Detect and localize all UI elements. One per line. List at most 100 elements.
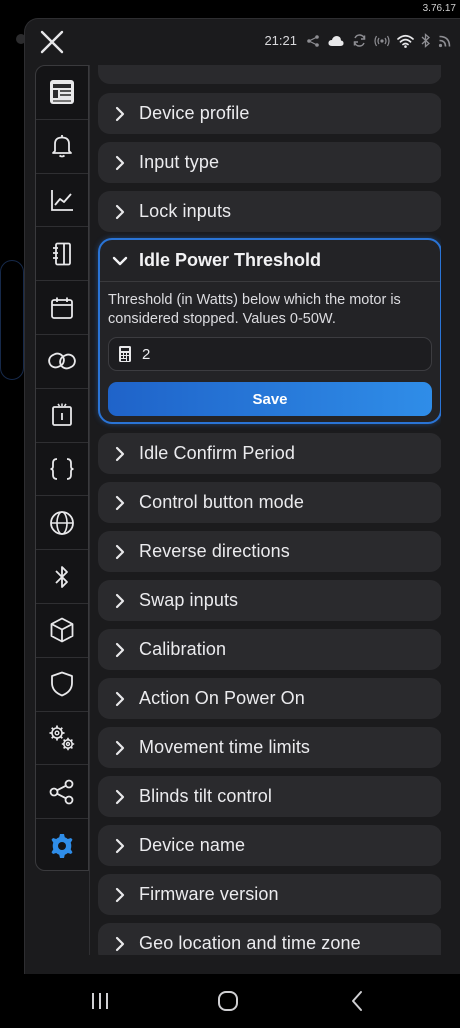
list-item-partial (98, 65, 441, 84)
sidebar-item-links[interactable] (36, 335, 88, 389)
switch-device-icon (52, 403, 72, 427)
sidebar-item-statistics[interactable] (36, 174, 88, 228)
setting-reverse-directions[interactable]: Reverse directions (98, 531, 441, 572)
link-icon (48, 353, 76, 370)
share-icon (307, 34, 319, 47)
sidebar-item-sharing[interactable] (36, 765, 88, 820)
side-navigation (35, 65, 89, 871)
sidebar-item-schedules[interactable] (36, 281, 88, 335)
chevron-right-icon (115, 495, 125, 510)
sidebar-item-security[interactable] (36, 658, 88, 712)
setting-firmware-version[interactable]: Firmware version (98, 874, 441, 915)
sidebar-item-switch[interactable] (36, 389, 88, 443)
status-time: 21:21 (264, 33, 297, 48)
app-version: 3.76.17 (422, 3, 456, 14)
chevron-right-icon (115, 789, 125, 804)
chevron-right-icon (115, 936, 125, 951)
sidebar-item-components[interactable] (36, 604, 88, 658)
threshold-input[interactable] (142, 345, 402, 363)
setting-input-type[interactable]: Input type (98, 142, 441, 183)
log-book-icon (53, 242, 71, 266)
recent-apps-icon[interactable] (87, 988, 113, 1014)
setting-idle-confirm-period[interactable]: Idle Confirm Period (98, 433, 441, 474)
setting-label: Device name (139, 835, 246, 855)
background-card-edge (0, 260, 24, 380)
close-icon[interactable] (37, 27, 67, 57)
chevron-down-icon (112, 256, 128, 265)
setting-label: Action On Power On (139, 688, 305, 708)
setting-control-button-mode[interactable]: Control button mode (98, 482, 441, 523)
settings-gear-icon (51, 834, 73, 859)
setting-label: Input type (139, 152, 220, 172)
wifi-icon (397, 34, 414, 48)
setting-calibration[interactable]: Calibration (98, 629, 441, 670)
setting-swap-inputs[interactable]: Swap inputs (98, 580, 441, 621)
chevron-right-icon (115, 155, 125, 170)
setting-device-profile[interactable]: Device profile (98, 93, 441, 134)
setting-idle-power-threshold: Idle Power Threshold Threshold (in Watts… (98, 238, 441, 424)
sidebar-item-bluetooth[interactable] (36, 550, 88, 604)
home-icon[interactable] (215, 988, 241, 1014)
setting-blinds-tilt-control[interactable]: Blinds tilt control (98, 776, 441, 817)
share-nodes-icon (49, 779, 74, 805)
setting-description: Threshold (in Watts) below which the mot… (108, 292, 401, 327)
setting-device-name[interactable]: Device name (98, 825, 441, 866)
threshold-field[interactable] (108, 337, 432, 371)
panel-header: 21:21 (25, 19, 460, 65)
gears-icon (49, 725, 75, 751)
setting-label: Idle Confirm Period (139, 443, 295, 463)
sidebar-item-advanced[interactable] (36, 712, 88, 766)
chevron-right-icon (115, 691, 125, 706)
device-thumbnail-icon (50, 80, 74, 105)
setting-label: Reverse directions (139, 541, 290, 561)
calculator-icon (119, 346, 131, 362)
setting-label: Device profile (139, 103, 250, 123)
chevron-right-icon (115, 838, 125, 853)
status-bar: 21:21 (264, 33, 452, 48)
chevron-right-icon (115, 740, 125, 755)
setting-movement-time-limits[interactable]: Movement time limits (98, 727, 441, 768)
rss-icon (438, 35, 451, 47)
setting-label: Control button mode (139, 492, 304, 512)
setting-label: Swap inputs (139, 590, 239, 610)
braces-icon (50, 458, 74, 480)
bell-icon (52, 135, 72, 158)
setting-header[interactable]: Idle Power Threshold (100, 240, 440, 282)
calendar-icon (51, 297, 73, 319)
sync-icon (353, 34, 366, 47)
sidebar-item-network[interactable] (36, 496, 88, 551)
chevron-right-icon (115, 887, 125, 902)
bluetooth-icon (55, 565, 68, 588)
bluetooth-icon (421, 33, 430, 48)
settings-list: Device profile Input type Lock inputs Id… (89, 65, 441, 955)
system-navigation-bar (0, 974, 460, 1028)
setting-label: Geo location and time zone (139, 933, 361, 953)
cloud-icon (328, 35, 344, 46)
sidebar-item-scripts[interactable] (36, 443, 88, 497)
chevron-right-icon (115, 106, 125, 121)
setting-lock-inputs[interactable]: Lock inputs (98, 191, 441, 232)
setting-action-on-power-on[interactable]: Action On Power On (98, 678, 441, 719)
setting-label: Blinds tilt control (139, 786, 272, 806)
sidebar-item-logs[interactable] (36, 227, 88, 282)
sidebar-item-notifications[interactable] (36, 120, 88, 174)
back-icon[interactable] (345, 988, 371, 1014)
sidebar-item-settings[interactable] (36, 819, 88, 870)
setting-geo-location[interactable]: Geo location and time zone (98, 923, 441, 955)
setting-title: Idle Power Threshold (139, 250, 322, 270)
chevron-right-icon (115, 642, 125, 657)
settings-panel: 21:21 Device profile Input type Lock inp… (24, 18, 460, 974)
chevron-right-icon (115, 204, 125, 219)
setting-label: Movement time limits (139, 737, 311, 757)
chevron-right-icon (115, 593, 125, 608)
chart-icon (51, 189, 73, 211)
chevron-right-icon (115, 544, 125, 559)
setting-label: Firmware version (139, 884, 279, 904)
globe-icon (50, 510, 74, 535)
save-button[interactable]: Save (108, 382, 432, 416)
cube-icon (50, 617, 74, 643)
setting-label: Calibration (139, 639, 227, 659)
sidebar-item-device[interactable] (36, 66, 88, 120)
shield-icon (51, 671, 73, 697)
setting-label: Lock inputs (139, 201, 232, 221)
